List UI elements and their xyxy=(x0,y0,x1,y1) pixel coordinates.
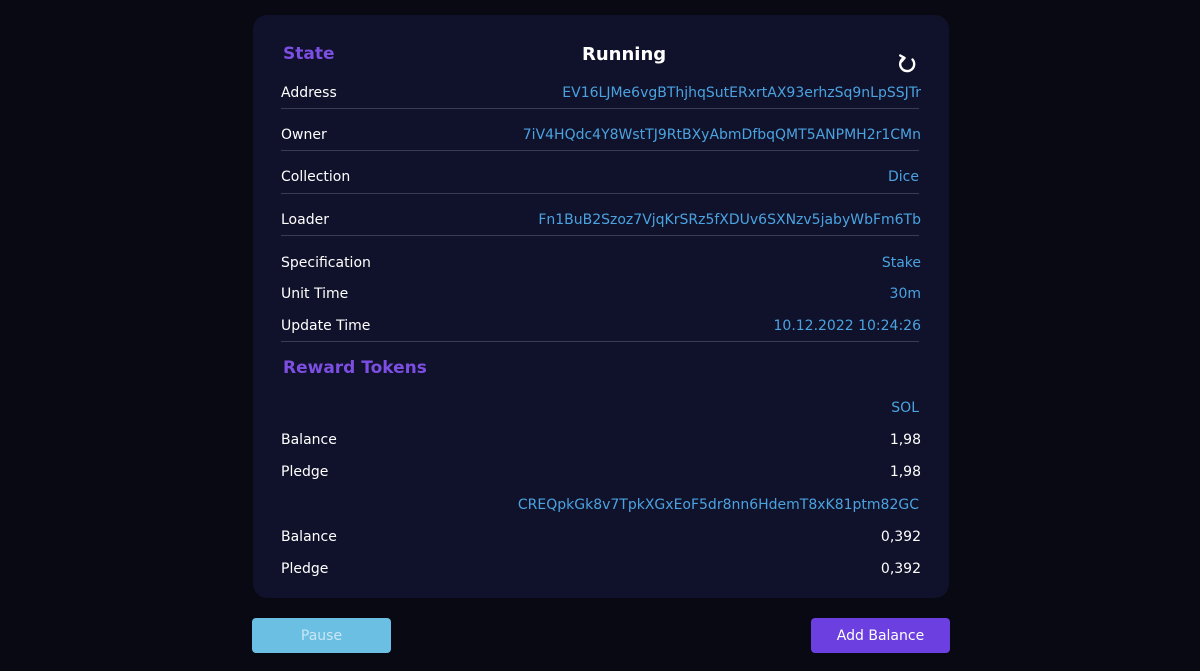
specification-label: Specification xyxy=(281,255,371,271)
balance-label: Balance xyxy=(281,529,337,545)
owner-value[interactable]: 7iV4HQdc4Y8WstTJ9RtBXyAbmDfbqQMT5ANPMH2r… xyxy=(523,127,921,143)
unit-time-value: 30m xyxy=(889,286,921,302)
loader-row: Loader Fn1BuB2Szoz7VjqKrSRz5fXDUv6SXNzv5… xyxy=(281,212,921,232)
loader-label: Loader xyxy=(281,212,329,228)
divider xyxy=(281,108,919,109)
token-name-row: CREQpkGk8v7TpkXGxEoF5dr8nn6HdemT8xK81ptm… xyxy=(281,497,921,517)
token-balance-row: Balance 0,392 xyxy=(281,529,921,549)
address-value[interactable]: EV16LJMe6vgBThjhqSutERxrtAX93erhzSq9nLpS… xyxy=(562,85,921,101)
owner-row: Owner 7iV4HQdc4Y8WstTJ9RtBXyAbmDfbqQMT5A… xyxy=(281,127,921,147)
reward-tokens-heading: Reward Tokens xyxy=(283,358,427,378)
token-pledge-row: Pledge 1,98 xyxy=(281,464,921,484)
divider xyxy=(281,150,919,151)
token-name[interactable]: CREQpkGk8v7TpkXGxEoF5dr8nn6HdemT8xK81ptm… xyxy=(518,497,919,513)
address-row: Address EV16LJMe6vgBThjhqSutERxrtAX93erh… xyxy=(281,85,921,105)
add-balance-button[interactable]: Add Balance xyxy=(811,618,950,653)
collection-value[interactable]: Dice xyxy=(888,169,919,185)
refresh-icon[interactable] xyxy=(894,51,920,77)
state-value: Running xyxy=(582,44,667,65)
divider xyxy=(281,193,919,194)
token-name[interactable]: SOL xyxy=(891,400,919,416)
staking-info-card: State Running Address EV16LJMe6vgBThjhqS… xyxy=(253,15,949,598)
owner-label: Owner xyxy=(281,127,327,143)
divider xyxy=(281,341,919,342)
pledge-value: 0,392 xyxy=(880,561,921,577)
update-time-value: 10.12.2022 10:24:26 xyxy=(773,318,922,334)
pledge-label: Pledge xyxy=(281,561,329,577)
unit-time-label: Unit Time xyxy=(281,286,349,302)
pledge-label: Pledge xyxy=(281,464,329,480)
collection-label: Collection xyxy=(281,169,351,185)
collection-row: Collection Dice xyxy=(281,169,921,189)
specification-row: Specification Stake xyxy=(281,255,921,275)
loader-value[interactable]: Fn1BuB2Szoz7VjqKrSRz5fXDUv6SXNzv5jabyWbF… xyxy=(538,212,921,228)
pledge-value: 1,98 xyxy=(889,464,921,480)
specification-value: Stake xyxy=(881,255,921,271)
balance-value: 1,98 xyxy=(889,432,921,448)
pause-button[interactable]: Pause xyxy=(252,618,391,653)
balance-label: Balance xyxy=(281,432,337,448)
token-pledge-row: Pledge 0,392 xyxy=(281,561,921,581)
update-time-label: Update Time xyxy=(281,318,371,334)
update-time-row: Update Time 10.12.2022 10:24:26 xyxy=(281,318,921,338)
token-balance-row: Balance 1,98 xyxy=(281,432,921,452)
token-name-row: SOL xyxy=(281,400,921,420)
divider xyxy=(281,235,919,236)
balance-value: 0,392 xyxy=(880,529,921,545)
address-label: Address xyxy=(281,85,337,101)
unit-time-row: Unit Time 30m xyxy=(281,286,921,306)
state-heading: State xyxy=(283,44,335,64)
